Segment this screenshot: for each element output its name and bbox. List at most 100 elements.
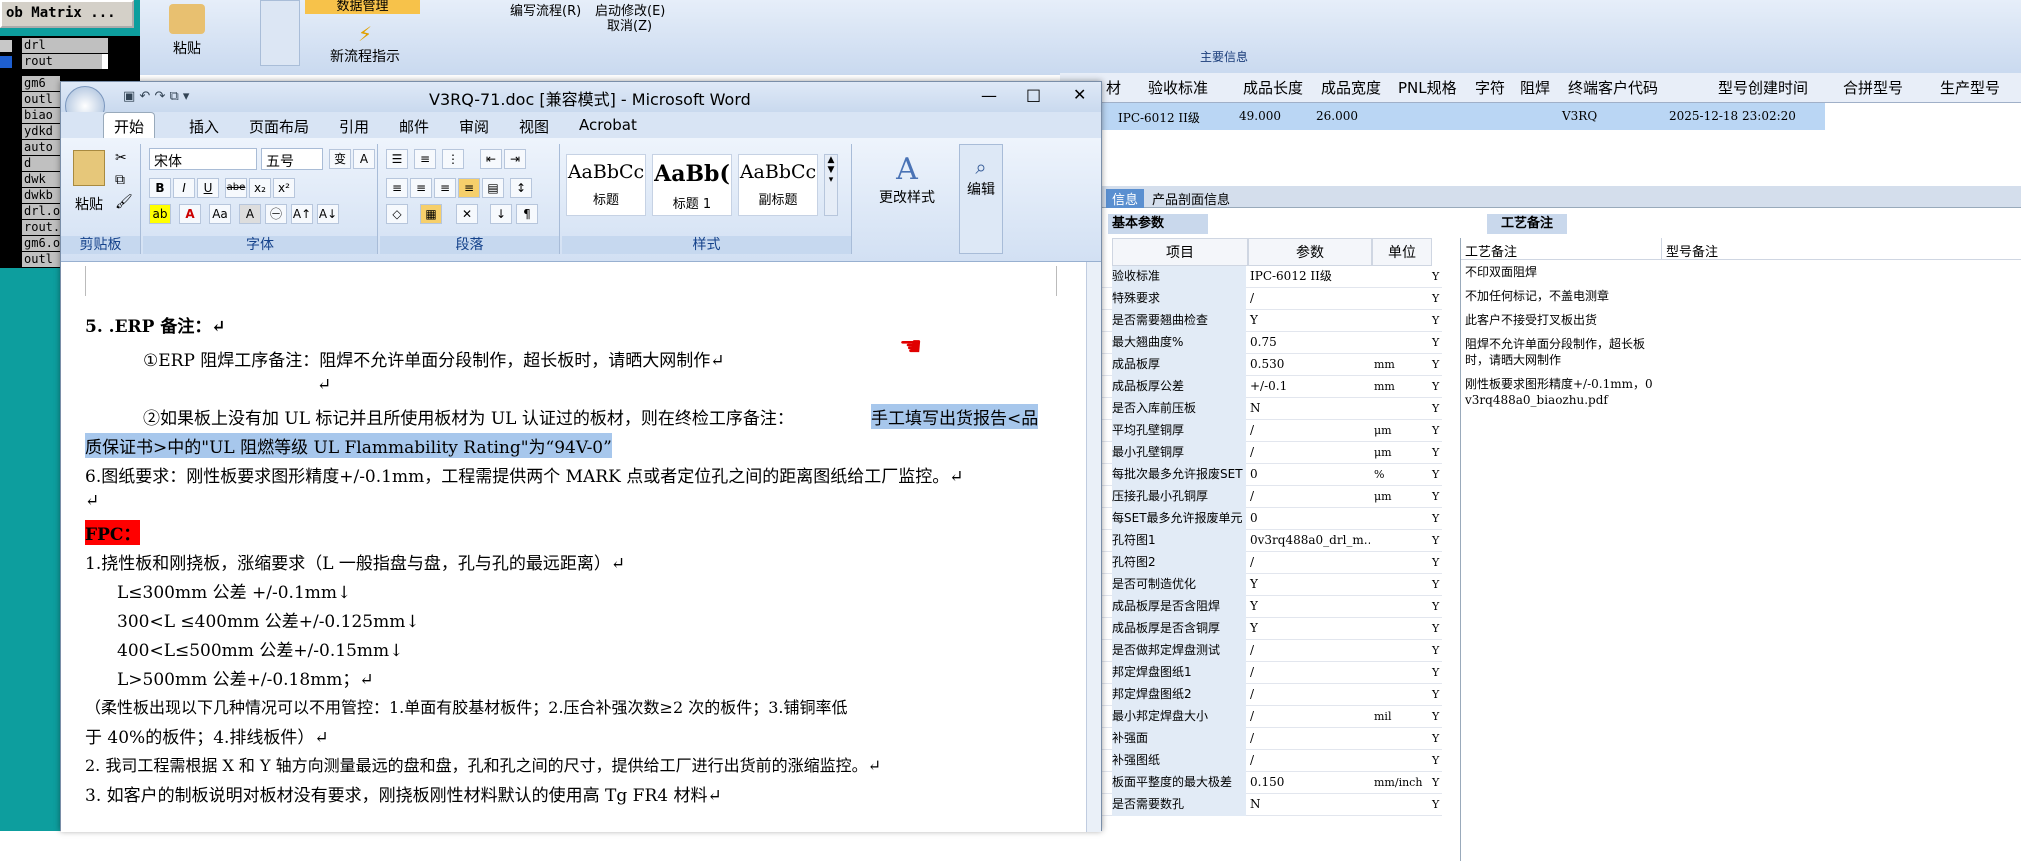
style-subtitle[interactable]: AaBbCc 副标题	[738, 154, 818, 216]
table-row[interactable]: 孔符图1 0v3rq488a0_drl_m... Y	[1102, 530, 1442, 552]
superscript-button[interactable]: x²	[273, 178, 295, 198]
col-header[interactable]: 合拼型号	[1843, 77, 1903, 98]
tab-profile[interactable]: 产品剖面信息	[1152, 189, 1230, 208]
data-manage-tab[interactable]: 数据管理	[305, 0, 420, 14]
cut-icon[interactable]: ✂	[115, 150, 127, 166]
distribute-button[interactable]: ▤	[482, 178, 504, 198]
layer-item[interactable]: dwk	[22, 172, 60, 187]
col-header[interactable]: 型号创建时间	[1718, 77, 1808, 98]
highlight-button[interactable]: ab	[149, 204, 171, 224]
table-row[interactable]: 最大翘曲度% 0.75 Y	[1102, 332, 1442, 354]
col-header[interactable]: 材	[1106, 77, 1121, 98]
copy-icon[interactable]: ⧉	[115, 172, 125, 188]
char-shading-button[interactable]: A	[239, 204, 261, 224]
document-page[interactable]: 5. .ERP 备注：↵ ①ERP 阻焊工序备注：阻焊不允许单面分段制作，超长板…	[61, 262, 1086, 832]
job-matrix-title[interactable]: ob Matrix ...	[0, 0, 134, 28]
layer-item[interactable]: biao	[22, 108, 60, 123]
decrease-indent-button[interactable]: ⇤	[480, 149, 502, 169]
tab-mailings[interactable]: 邮件	[399, 116, 429, 137]
table-row[interactable]: 是否需要翘曲检查 Y Y	[1102, 310, 1442, 332]
layer-row-rout[interactable]: rout	[0, 54, 140, 70]
table-row[interactable]: IPC-6012 II级 49.000 26.000 V3RQ 2025-12-…	[1090, 103, 1825, 130]
col-header[interactable]: 成品宽度	[1321, 77, 1381, 98]
table-row[interactable]: 邦定焊盘图纸2 / Y	[1102, 684, 1442, 706]
table-row[interactable]: 是否需要数孔 N Y	[1102, 794, 1442, 816]
cancel-button[interactable]: 取消(Z)	[607, 15, 652, 34]
enclose-char-button[interactable]: ㊀	[265, 204, 287, 224]
style-heading-1[interactable]: AaBb( 标题 1	[652, 154, 732, 216]
table-row[interactable]: 是否可制造优化 Y Y	[1102, 574, 1442, 596]
table-row[interactable]: 邦定焊盘图纸1 / Y	[1102, 662, 1442, 684]
col-header-item[interactable]: 项目	[1112, 238, 1248, 266]
shrink-font-button[interactable]: A↓	[317, 204, 339, 224]
edit-button[interactable]: ⌕ 编辑	[959, 144, 1003, 254]
maximize-button[interactable]: □	[1026, 85, 1041, 104]
table-row[interactable]: 补强面 / Y	[1102, 728, 1442, 750]
table-row[interactable]: 补强图纸 / Y	[1102, 750, 1442, 772]
table-row[interactable]: 孔符图2 / Y	[1102, 552, 1442, 574]
col-header[interactable]: 验收标准	[1148, 77, 1208, 98]
table-row[interactable]: 成品板厚是否含铜厚 Y Y	[1102, 618, 1442, 640]
table-row[interactable]: 验收标准 IPC-6012 II级 Y	[1102, 266, 1442, 288]
increase-indent-button[interactable]: ⇥	[504, 149, 526, 169]
vertical-scrollbar[interactable]	[1086, 262, 1101, 832]
table-row[interactable]: 平均孔壁铜厚 / μm Y	[1102, 420, 1442, 442]
layer-item[interactable]: rout.	[22, 220, 60, 235]
col-header-param[interactable]: 参数	[1248, 238, 1372, 266]
edit-flow-button[interactable]: 编写流程(R)	[510, 0, 581, 19]
basic-params-tab[interactable]: 基本参数	[1108, 214, 1208, 234]
layer-row-drl[interactable]: drl	[0, 38, 140, 54]
paste-button[interactable]: 粘贴	[75, 194, 103, 214]
grow-font-button[interactable]: A↑	[291, 204, 313, 224]
close-button[interactable]: ✕	[1073, 85, 1086, 104]
table-row[interactable]: 特殊要求 / Y	[1102, 288, 1442, 310]
col-header-unit[interactable]: 单位	[1372, 238, 1432, 266]
font-color-button[interactable]: A	[179, 204, 201, 224]
col-header[interactable]: 成品长度	[1243, 77, 1303, 98]
col-header[interactable]: 字符	[1475, 77, 1505, 98]
minimize-button[interactable]: —	[981, 86, 997, 105]
table-row[interactable]: 最小邦定焊盘大小 / mil Y	[1102, 706, 1442, 728]
borders-button[interactable]: ▦	[420, 204, 442, 224]
layer-item[interactable]: drl.o	[22, 204, 60, 219]
change-case-icon[interactable]: 变	[329, 149, 351, 169]
styles-gallery-scroll[interactable]: ▲ ▼ ▾	[824, 154, 838, 216]
layer-item[interactable]: dwkb	[22, 188, 60, 203]
align-center-button[interactable]: ≡	[410, 178, 432, 198]
paste-button[interactable]: 粘贴	[162, 4, 212, 58]
table-row[interactable]: 成品板厚 0.530 mm Y	[1102, 354, 1442, 376]
tab-home[interactable]: 开始	[103, 112, 156, 140]
shading-button[interactable]: ◇	[386, 204, 408, 224]
numbering-button[interactable]: ≡	[414, 149, 436, 169]
line-spacing-button[interactable]: ↕	[510, 178, 532, 198]
bold-button[interactable]: B	[149, 178, 171, 198]
layer-item[interactable]: auto	[22, 140, 60, 155]
new-flow-button[interactable]: ⚡ 新流程指示	[310, 22, 420, 66]
bullets-button[interactable]: ☰	[386, 149, 408, 169]
table-row[interactable]: 每SET最多允许报废单元 0 Y	[1102, 508, 1442, 530]
font-size-menu-button[interactable]: Aa	[209, 204, 231, 224]
align-right-button[interactable]: ≡	[434, 178, 456, 198]
table-row[interactable]: 成品板厚公差 +/-0.1 mm Y	[1102, 376, 1442, 398]
layer-item[interactable]: outl	[22, 92, 60, 107]
tab-references[interactable]: 引用	[339, 116, 369, 137]
tab-insert[interactable]: 插入	[189, 116, 219, 137]
layer-item[interactable]: gm6.o	[22, 236, 60, 251]
chinese-layout-button[interactable]: ✕	[456, 204, 478, 224]
table-row[interactable]: 压接孔最小孔铜厚 / μm Y	[1102, 486, 1442, 508]
tab-view[interactable]: 视图	[519, 116, 549, 137]
layer-item[interactable]: d	[22, 156, 60, 171]
subscript-button[interactable]: x₂	[249, 178, 271, 198]
layer-item[interactable]: outl	[22, 252, 60, 267]
tab-info[interactable]: 信息	[1106, 189, 1145, 208]
calc-icon[interactable]	[260, 0, 300, 66]
col-header[interactable]: 终端客户代码	[1568, 77, 1658, 98]
italic-button[interactable]: I	[173, 178, 195, 198]
table-row[interactable]: 板面平整度的最大极差 0.150 mm/inch Y	[1102, 772, 1442, 794]
align-left-button[interactable]: ≡	[386, 178, 408, 198]
table-row[interactable]: 每批次最多允许报废SET 0% Y	[1102, 464, 1442, 486]
craft-notes-list[interactable]: 不印双面阻焊 不加任何标记，不盖电测章 此客户不接受打叉板出货 阻焊不允许单面分…	[1465, 264, 1655, 416]
col-header[interactable]: PNL规格	[1398, 77, 1457, 98]
craft-notes-tab[interactable]: 工艺备注	[1487, 214, 1567, 234]
change-styles-button[interactable]: A 更改样式	[867, 152, 947, 207]
